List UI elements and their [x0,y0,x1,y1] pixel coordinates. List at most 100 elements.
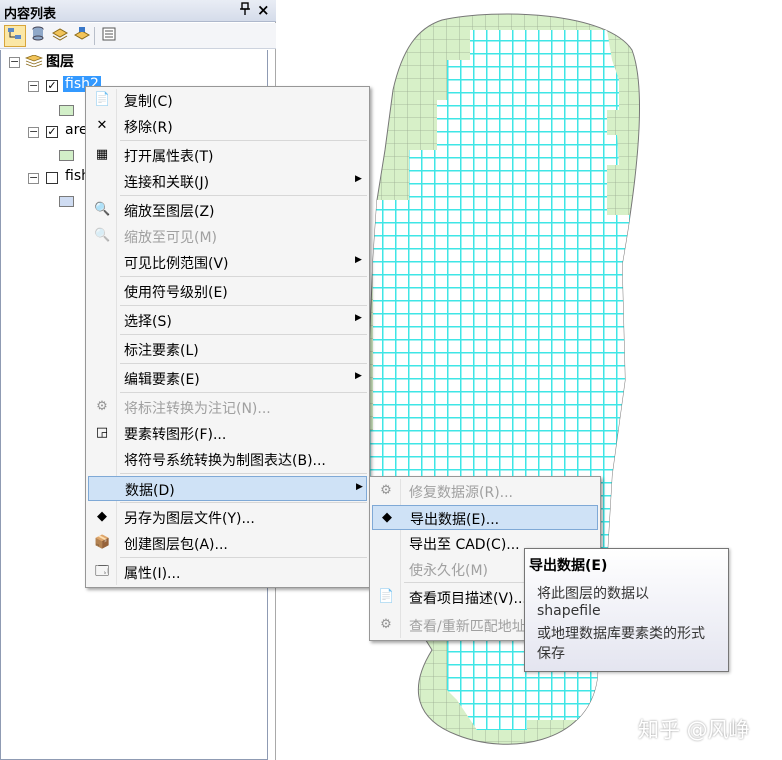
export-data-tooltip: 导出数据(E) 将此图层的数据以 shapefile 或地理数据库要素类的形式 … [524,548,729,672]
menu-item[interactable]: 可见比例范围(V) ▶ [88,250,367,275]
menu-item-label: 缩放至图层(Z) [124,204,215,220]
layer-fish2-symbol[interactable] [59,105,74,116]
submenu-item[interactable]: ◆ 导出数据(E)... [372,505,598,530]
menu-separator [120,276,367,277]
menu-item-label: 将标注转换为注记(N)... [124,401,271,417]
menu-item-label: 将符号系统转换为制图表达(B)... [124,453,326,469]
toc-toolbar [0,23,276,49]
menu-separator [120,473,367,474]
pin-icon[interactable] [240,2,250,20]
menu-item-label: 缩放至可见(M) [124,230,218,246]
zoom-visible-icon: 🔍 [94,228,111,243]
list-by-drawing-order-icon[interactable] [4,25,26,47]
menu-item-label: 要素转图形(F)... [124,427,227,443]
tooltip-title: 导出数据(E) [529,558,608,574]
menu-item-label: 属性(I)... [124,566,181,582]
close-icon[interactable]: × [257,1,270,19]
menu-item[interactable]: 🔍 缩放至图层(Z) [88,198,367,223]
item-description-icon: 📄 [378,589,395,604]
tooltip-line: 或地理数据库要素类的形式 [537,626,705,642]
submenu-arrow-icon: ▶ [355,313,362,323]
layer-fish2-checkbox[interactable]: ✓ [46,80,58,92]
watermark: 知乎 @风峥 [638,718,750,742]
tooltip-line: 保存 [537,646,565,662]
menu-item[interactable]: 使用符号级别(E) [88,279,367,304]
menu-item[interactable]: ◆ 另存为图层文件(Y)... [88,505,367,530]
menu-separator [120,140,367,141]
menu-separator [120,502,367,503]
layer-are-checkbox[interactable]: ✓ [46,126,58,138]
list-by-visibility-icon[interactable] [49,25,71,47]
submenu-item-label: 查看/重新匹配地址 [409,619,526,635]
layers-root-label[interactable]: 图层 [46,51,74,71]
submenu-arrow-icon: ▶ [355,255,362,265]
submenu-item-label: 导出数据(E)... [410,512,500,528]
collapse-layer-fish-icon[interactable]: − [28,172,39,184]
list-by-selection-icon[interactable] [71,25,93,47]
convert-labels-icon: ⚙ [96,399,108,414]
toc-title: 内容列表 [4,7,57,22]
menu-item: ⚙ 将标注转换为注记(N)... [88,395,367,420]
layer-context-menu: 📄 复制(C) ✕ 移除(R) ▦ 打开属性表(T) 连接和关联(J) ▶ 🔍 缩放至图层(Z) 🔍… [85,86,370,588]
menu-item[interactable]: 📦 创建图层包(A)... [88,531,367,556]
export-data-icon: ◆ [382,510,392,525]
features-to-graphics-icon: ◲ [95,425,109,440]
menu-item[interactable]: 数据(D) ▶ [88,476,367,501]
menu-item-label: 另存为图层文件(Y)... [124,511,255,527]
layer-fish-symbol[interactable] [59,196,74,207]
menu-separator [120,195,367,196]
menu-item[interactable]: ▦ 打开属性表(T) [88,143,367,168]
menu-item-label: 编辑要素(E) [124,372,200,388]
tooltip-line: shapefile [537,603,601,619]
menu-separator [120,305,367,306]
menu-item-label: 可见比例范围(V) [124,256,229,272]
menu-item-label: 打开属性表(T) [124,149,214,165]
collapse-layer-fish2-icon[interactable]: − [28,80,39,92]
layer-file-icon: ◆ [97,509,107,524]
menu-item-label: 数据(D) [125,483,175,499]
layer-fish-checkbox[interactable] [46,172,58,184]
menu-item[interactable]: 🗔 属性(I)... [88,560,367,585]
tooltip-line: 将此图层的数据以 [537,586,649,602]
menu-item[interactable]: ◲ 要素转图形(F)... [88,421,367,446]
submenu-item: ⚙ 修复数据源(R)... [372,479,598,504]
collapse-layer-are-icon[interactable]: − [28,126,39,138]
list-by-source-icon[interactable] [27,25,49,47]
menu-item-label: 选择(S) [124,314,172,330]
submenu-item-label: 修复数据源(R)... [409,485,514,501]
menu-item[interactable]: 选择(S) ▶ [88,308,367,333]
zoom-layer-icon: 🔍 [94,202,111,217]
menu-separator [120,334,367,335]
menu-item[interactable]: 编辑要素(E) ▶ [88,366,367,391]
table-icon: ▦ [95,147,109,162]
copy-icon: 📄 [94,92,111,107]
menu-item: 🔍 缩放至可见(M) [88,224,367,249]
menu-item-label: 创建图层包(A)... [124,537,228,553]
toc-title-bar: 内容列表 × [0,0,276,22]
menu-item-label: 使用符号级别(E) [124,285,228,301]
menu-item-label: 移除(R) [124,120,173,136]
toolbar-separator [94,27,95,45]
layers-icon [25,55,43,67]
menu-separator [120,392,367,393]
menu-item[interactable]: ✕ 移除(R) [88,114,367,139]
menu-item[interactable]: 连接和关联(J) ▶ [88,169,367,194]
layer-are-symbol[interactable] [59,150,74,161]
menu-item[interactable]: 将符号系统转换为制图表达(B)... [88,447,367,472]
submenu-arrow-icon: ▶ [355,371,362,381]
layer-package-icon: 📦 [94,535,111,550]
repair-source-icon: ⚙ [380,483,392,498]
properties-icon: 🗔 [94,564,110,579]
menu-item[interactable]: 标注要素(L) [88,337,367,362]
submenu-arrow-icon: ▶ [355,174,362,184]
menu-separator [120,363,367,364]
menu-separator [120,557,367,558]
menu-item-label: 标注要素(L) [124,343,199,359]
menu-item-label: 连接和关联(J) [124,175,210,191]
submenu-item-label: 使永久化(M) [409,563,489,579]
menu-item-label: 复制(C) [124,94,173,110]
options-icon[interactable] [98,25,120,47]
menu-item[interactable]: 📄 复制(C) [88,88,367,113]
remove-icon: ✕ [96,118,108,133]
collapse-layers-icon[interactable]: − [9,56,20,68]
